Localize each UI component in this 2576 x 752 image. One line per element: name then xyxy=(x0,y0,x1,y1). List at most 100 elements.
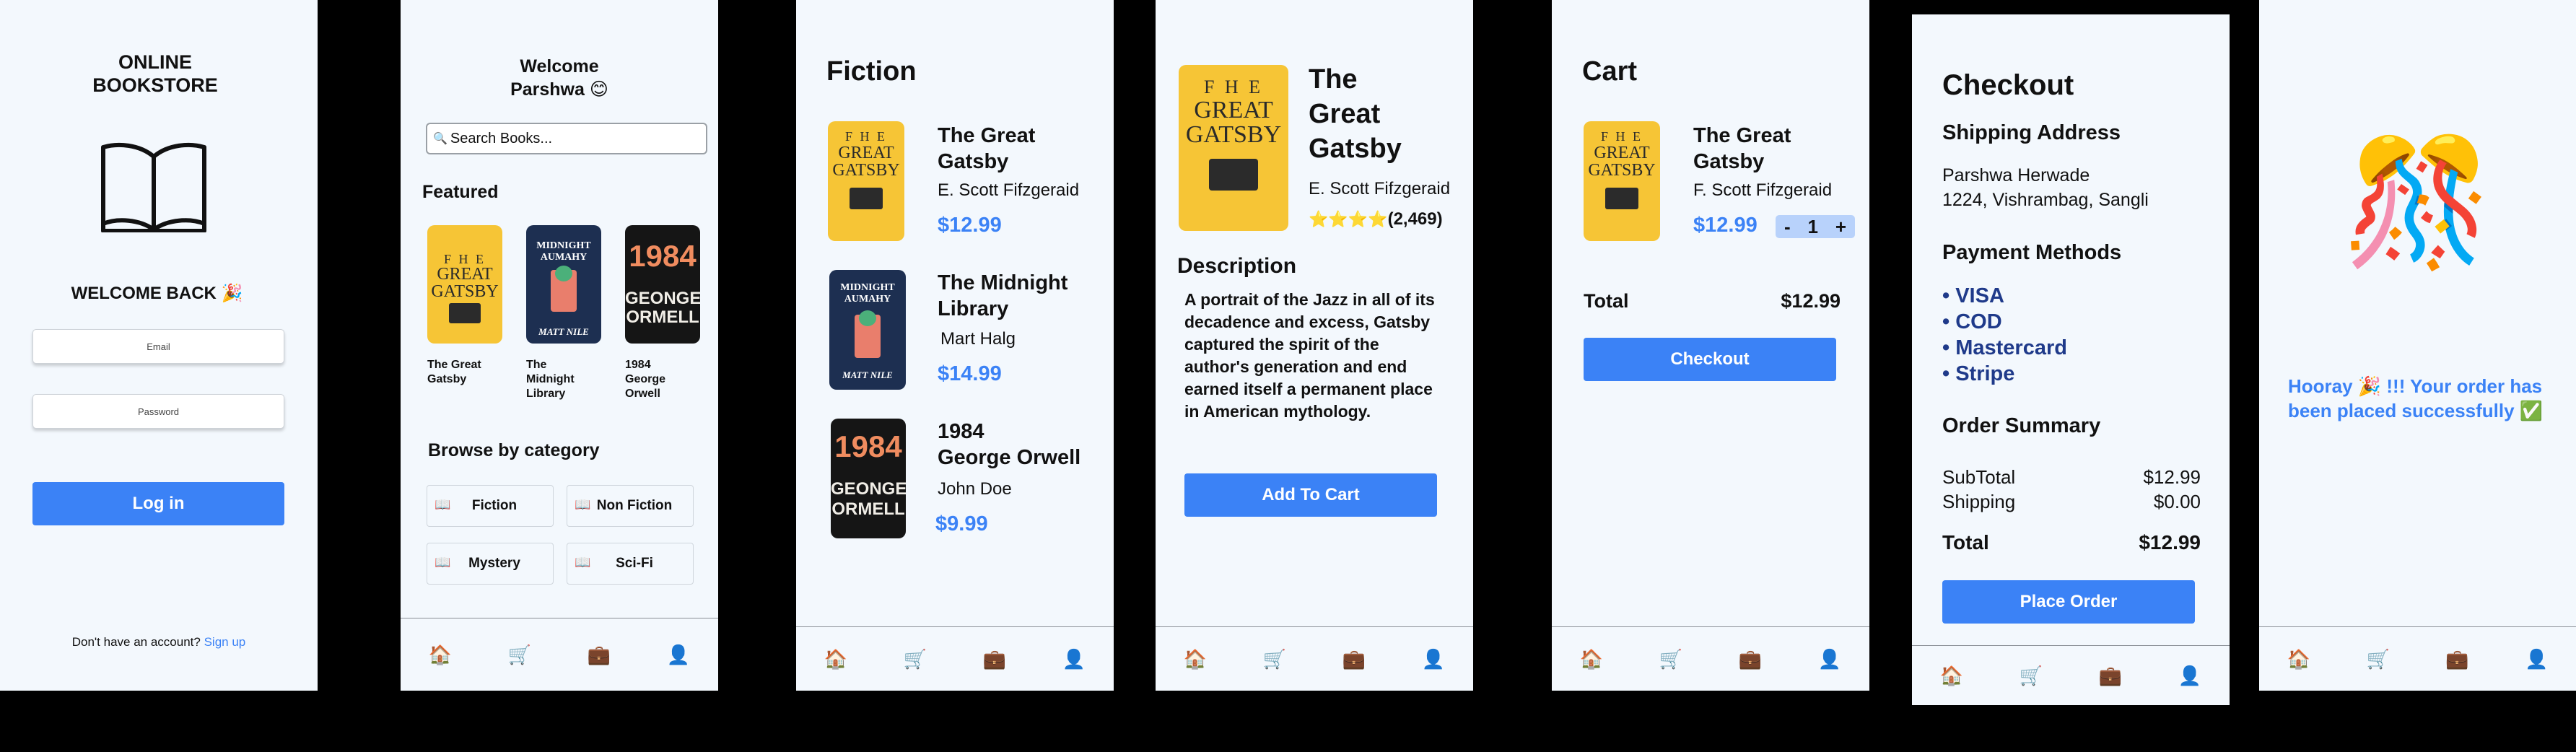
book-title-line: The Great xyxy=(938,124,1036,147)
profile-icon[interactable]: 👤 xyxy=(667,645,690,664)
payment-method-item[interactable]: • Mastercard xyxy=(1942,335,2067,361)
cart-item-title: The Great Gatsby xyxy=(1693,123,1791,175)
cover-text: MIDNIGHT xyxy=(536,240,591,251)
subtotal-value: $12.99 xyxy=(2143,466,2201,488)
cart-icon[interactable]: 🛒 xyxy=(508,645,531,664)
cart-icon[interactable]: 🛒 xyxy=(1263,650,1286,668)
profile-icon[interactable]: 👤 xyxy=(1062,650,1086,668)
featured-caption-line: Midnight xyxy=(526,373,575,385)
book-icon: 📖 xyxy=(575,555,591,569)
payment-method-item[interactable]: • Stripe xyxy=(1942,361,2067,387)
featured-cover-orwell[interactable]: 1984 GEONGE ORMELL xyxy=(625,225,700,344)
orders-icon[interactable]: 💼 xyxy=(588,645,611,664)
shipping-value: $0.00 xyxy=(2153,491,2201,512)
cart-icon[interactable]: 🛒 xyxy=(2020,666,2043,685)
order-success-screen: 🎊 Hooray 🎉 !!! Your order has been place… xyxy=(2259,0,2576,691)
add-to-cart-button[interactable]: Add To Cart xyxy=(1184,473,1437,517)
signup-prompt: Don't have an account? xyxy=(71,635,201,649)
home-icon[interactable]: 🏠 xyxy=(1184,650,1207,668)
orders-icon[interactable]: 💼 xyxy=(2445,650,2468,668)
featured-caption-line: Gatsby xyxy=(427,373,467,385)
qty-value: 1 xyxy=(1807,215,1818,237)
profile-icon[interactable]: 👤 xyxy=(2525,650,2548,668)
cover-text: GATSBY xyxy=(431,282,499,301)
category-non-fiction[interactable]: 📖 Non Fiction xyxy=(567,485,694,527)
cart-item-title-line: The Great xyxy=(1693,124,1791,147)
checkout-button[interactable]: Checkout xyxy=(1584,338,1836,381)
home-icon[interactable]: 🏠 xyxy=(2287,650,2310,668)
category-sci-fi[interactable]: 📖 Sci-Fi xyxy=(567,543,694,585)
featured-cover-midnight[interactable]: MIDNIGHT AUMAHY MATT NILE xyxy=(526,225,601,344)
book-author: John Doe xyxy=(938,479,1012,499)
payment-method-label: COD xyxy=(1955,310,2002,333)
payment-methods-list: • VISA • COD • Mastercard • Stripe xyxy=(1942,283,2067,387)
book-title-line: 1984 xyxy=(938,420,984,443)
home-icon[interactable]: 🏠 xyxy=(429,645,452,664)
profile-icon[interactable]: 👤 xyxy=(1422,650,1445,668)
total-value: $12.99 xyxy=(1781,290,1841,312)
subtotal-label: SubTotal xyxy=(1942,466,2016,488)
home-icon[interactable]: 🏠 xyxy=(1940,666,1963,685)
orders-icon[interactable]: 💼 xyxy=(1342,650,1366,668)
featured-caption-line: The Great xyxy=(427,359,481,371)
book-cover-midnight[interactable]: MIDNIGHT AUMAHY MATT NILE xyxy=(829,270,906,390)
cover-text: F H E xyxy=(443,252,486,266)
cover-text: MATT NILE xyxy=(538,326,589,337)
book-title[interactable]: The Midnight Library xyxy=(938,270,1067,322)
featured-caption-line: Library xyxy=(526,388,566,400)
quantity-stepper: - 1 + xyxy=(1776,215,1855,238)
book-price: $9.99 xyxy=(935,512,988,535)
book-title-line: Gatsby xyxy=(1309,134,1402,164)
cart-icon[interactable]: 🛒 xyxy=(904,650,927,668)
qty-plus-button[interactable]: + xyxy=(1835,216,1846,238)
page-title: Checkout xyxy=(1942,69,2074,101)
home-icon[interactable]: 🏠 xyxy=(1580,650,1603,668)
book-title[interactable]: 1984 George Orwell xyxy=(938,419,1080,471)
cart-icon[interactable]: 🛒 xyxy=(1659,650,1682,668)
total-label: Total xyxy=(1942,531,1989,554)
cover-text: GREAT xyxy=(1594,144,1650,162)
bottom-nav: 🏠 🛒 💼 👤 xyxy=(1912,645,2230,705)
cover-text: F H E xyxy=(1203,76,1264,97)
cart-icon[interactable]: 🛒 xyxy=(2366,650,2389,668)
app-title-line1: ONLINE xyxy=(118,51,192,73)
login-button[interactable]: Log in xyxy=(32,482,284,525)
category-fiction[interactable]: 📖 Fiction xyxy=(427,485,554,527)
featured-caption-line: The xyxy=(526,359,547,371)
signup-link[interactable]: Sign up xyxy=(204,635,246,649)
cover-text: 1984 xyxy=(629,239,697,273)
message-line: been placed successfully ✅ xyxy=(2288,400,2544,421)
tree-illustration xyxy=(555,266,572,281)
book-icon: 📖 xyxy=(435,555,451,569)
browse-heading: Browse by category xyxy=(428,440,600,460)
book-cover-gatsby: F H E GREAT GATSBY xyxy=(1179,65,1288,231)
cover-text: GREAT xyxy=(838,144,894,162)
place-order-button[interactable]: Place Order xyxy=(1942,580,2195,624)
orders-icon[interactable]: 💼 xyxy=(983,650,1006,668)
cart-item-cover: F H E GREAT GATSBY xyxy=(1584,121,1660,241)
payment-method-item[interactable]: • VISA xyxy=(1942,283,2067,309)
book-cover-orwell[interactable]: 1984 GEONGE ORMELL xyxy=(831,419,906,538)
cover-text: AUMAHY xyxy=(844,294,891,305)
category-mystery[interactable]: 📖 Mystery xyxy=(427,543,554,585)
featured-caption-line: George xyxy=(625,373,666,385)
cart-item-title-line: Gatsby xyxy=(1693,150,1765,173)
app-title-line2: BOOKSTORE xyxy=(92,74,218,96)
orders-icon[interactable]: 💼 xyxy=(1739,650,1762,668)
book-title-line: George Orwell xyxy=(938,446,1081,469)
cart-item-price: $12.99 xyxy=(1693,214,1758,237)
featured-cover-gatsby[interactable]: F H E GREAT GATSBY xyxy=(427,225,502,344)
password-field[interactable]: Password xyxy=(32,394,284,429)
orders-icon[interactable]: 💼 xyxy=(2099,666,2122,685)
qty-minus-button[interactable]: - xyxy=(1784,216,1791,238)
profile-icon[interactable]: 👤 xyxy=(2178,666,2201,685)
search-input[interactable]: 🔍 Search Books... xyxy=(426,123,707,154)
rating-count: (2,469) xyxy=(1387,209,1443,229)
book-title[interactable]: The Great Gatsby xyxy=(938,123,1035,175)
email-field[interactable]: Email xyxy=(32,329,284,364)
profile-icon[interactable]: 👤 xyxy=(1818,650,1841,668)
book-cover-gatsby[interactable]: F H E GREAT GATSBY xyxy=(828,121,904,241)
home-icon[interactable]: 🏠 xyxy=(824,650,847,668)
payment-method-item[interactable]: • COD xyxy=(1942,309,2067,335)
book-icon: 📖 xyxy=(435,497,451,512)
